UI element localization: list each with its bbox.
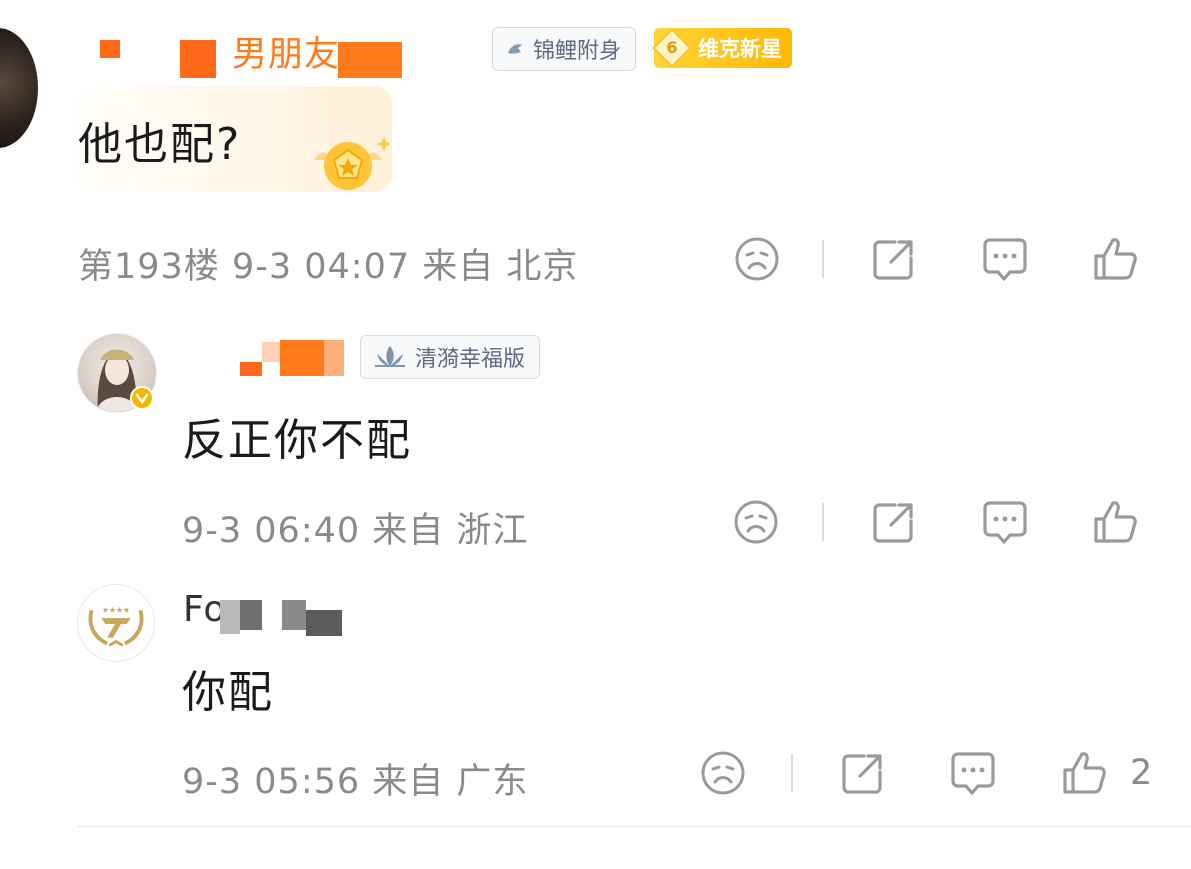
level-number: 6: [666, 38, 678, 57]
badge-lotus[interactable]: 清漪幸福版: [360, 335, 541, 379]
username-mask: [324, 340, 344, 376]
badge-label: 维克新星: [698, 37, 782, 61]
verified-badge-icon: [130, 386, 154, 410]
like-icon[interactable]: [1060, 748, 1110, 798]
timestamp: 9-3 06:40: [182, 511, 361, 551]
location: 来自 北京: [422, 247, 579, 287]
timestamp: 9-3 04:07: [231, 247, 411, 287]
badge-label: 锦鲤附身: [533, 39, 622, 64]
username-mask: [262, 342, 280, 362]
location: 来自 浙江: [372, 511, 529, 551]
reply-icon[interactable]: [980, 234, 1030, 284]
badge-label: 清漪幸福版: [415, 347, 526, 372]
separator: [791, 754, 793, 792]
timestamp: 9-3 05:56: [182, 762, 361, 802]
like-count: 2: [1130, 753, 1153, 793]
badge-koi[interactable]: 锦鲤附身: [492, 27, 637, 71]
avatar[interactable]: [0, 28, 38, 148]
comment-meta: 9-3 06:40 来自 浙江: [182, 502, 528, 553]
badge-level[interactable]: 6 维克新星: [652, 28, 792, 68]
username-mask: [240, 600, 262, 630]
divider: [77, 826, 1191, 827]
username-mask: [338, 42, 402, 78]
avatar[interactable]: ★★★★: [77, 584, 155, 662]
username-mask: [220, 600, 240, 634]
dislike-icon[interactable]: [731, 497, 781, 547]
separator: [822, 240, 824, 278]
dislike-icon[interactable]: [732, 234, 782, 284]
username-mask: [100, 40, 120, 58]
comment-meta: 9-3 05:56 来自 广东: [182, 753, 528, 804]
dislike-icon[interactable]: [698, 748, 748, 798]
share-icon[interactable]: [838, 748, 888, 798]
username-mask: [280, 340, 324, 376]
reply-icon[interactable]: [948, 748, 998, 798]
username-mask: [306, 610, 342, 636]
username-text: 男朋友: [232, 35, 341, 75]
comment-meta: 第193楼 9-3 04:07 来自 北京: [78, 238, 578, 289]
like-icon[interactable]: [1091, 234, 1141, 284]
comment-text: 你配: [182, 667, 274, 718]
floor-number: 第193楼: [78, 247, 220, 287]
medal-icon: [306, 130, 392, 196]
username-mask: [180, 40, 216, 78]
comment-text: 反正你不配: [182, 415, 412, 466]
location: 来自 广东: [372, 762, 529, 802]
koi-icon: [505, 39, 525, 59]
share-icon[interactable]: [869, 234, 919, 284]
like-icon[interactable]: [1091, 497, 1141, 547]
separator: [822, 503, 824, 541]
lotus-icon: [373, 344, 407, 370]
share-icon[interactable]: [869, 497, 919, 547]
svg-text:★★★★: ★★★★: [102, 605, 130, 614]
reply-icon[interactable]: [980, 497, 1030, 547]
username-mask: [240, 362, 262, 376]
username-mask: [282, 600, 306, 630]
comment-text: 他也配?: [78, 119, 242, 170]
team-logo-icon: ★★★★: [88, 605, 144, 647]
